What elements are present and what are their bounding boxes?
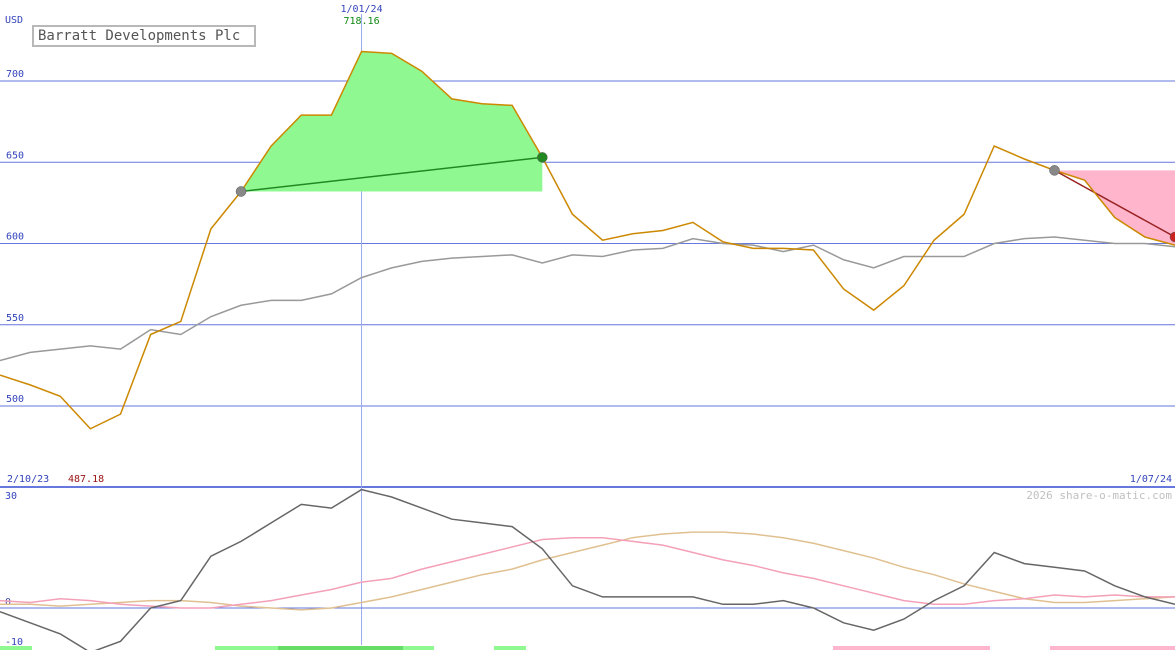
high-value-label: 718.16 (343, 16, 379, 27)
signal-bar (1050, 646, 1175, 650)
trade-marker (235, 186, 247, 197)
high-date-label: 1/01/24 (340, 4, 382, 15)
start-date-label: 2/10/23 (7, 474, 49, 485)
signal-bar (215, 646, 278, 650)
currency-label: USD (5, 15, 23, 26)
average-line (0, 236, 1175, 362)
y-tick-label: 600 (6, 232, 24, 243)
signal-bar (833, 646, 990, 650)
y-tick-label: 650 (6, 150, 24, 161)
signal-bar (403, 646, 434, 650)
osc-fast-line (0, 488, 1175, 650)
price-line (0, 50, 1175, 430)
osc-slow-line (0, 531, 1175, 611)
end-date-label: 1/07/24 (1130, 474, 1172, 485)
y-tick-label: 500 (6, 394, 24, 405)
chart-root: 500 550 600 650 700 USD 1/01/24 718.16 2/10/23 48… (0, 0, 1175, 650)
osc-tick-label: 0 (5, 597, 11, 608)
osc-tick-label: 30 (5, 491, 17, 502)
signal-bar (494, 646, 526, 650)
signal-bar (0, 646, 32, 650)
low-value-label: 487.18 (68, 474, 104, 485)
gain-area (241, 51, 543, 192)
price-chart: 500 550 600 650 700 USD 1/01/24718.16 2/10/23 48… (0, 4, 1175, 650)
trade-marker (537, 152, 548, 163)
trade-marker (1049, 165, 1060, 176)
chart-title: Barratt Developments Plc (38, 28, 241, 44)
credit-label: 2026 share-o-matic.com (1026, 489, 1172, 502)
y-tick-label: 700 (6, 69, 24, 80)
signal-bar (278, 646, 403, 650)
loss-area (1054, 170, 1175, 246)
y-tick-label: 550 (6, 313, 24, 324)
chart-title-box: Barratt Developments Plc (32, 25, 256, 47)
